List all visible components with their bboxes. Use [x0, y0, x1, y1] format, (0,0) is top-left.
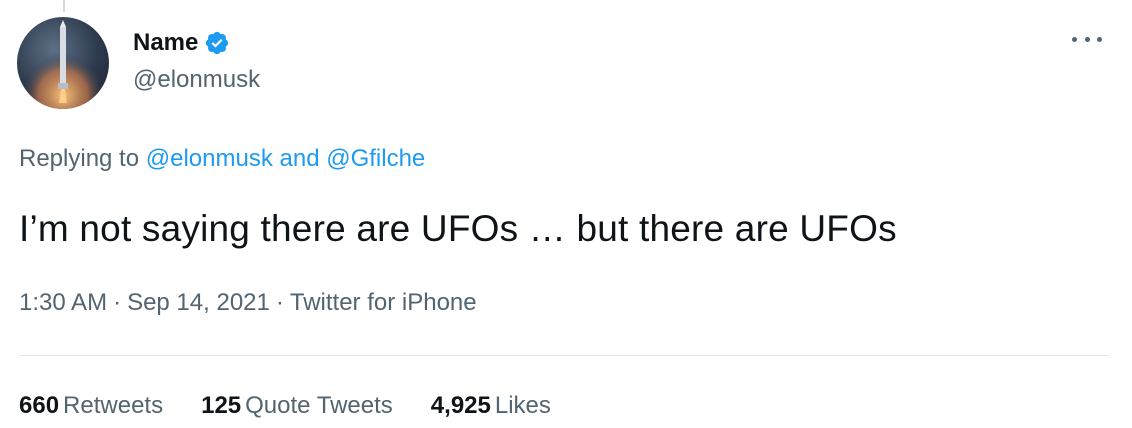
tweet-meta: 1:30 AM · Sep 14, 2021 · Twitter for iPhone: [19, 289, 477, 317]
quote-tweets-count: 125: [201, 392, 242, 419]
quote-tweets-label: Quote Tweets: [245, 392, 393, 419]
meta-separator: ·: [113, 289, 122, 316]
author-block: Name @elonmusk: [133, 26, 260, 94]
more-dot: [1097, 36, 1102, 42]
mention-link-2[interactable]: @Gfilche: [326, 145, 425, 172]
thread-line: [63, 0, 65, 12]
tweet-date[interactable]: Sep 14, 2021: [127, 289, 270, 316]
avatar[interactable]: [17, 17, 109, 109]
display-name[interactable]: Name: [133, 29, 198, 57]
likes-label: Likes: [494, 392, 551, 419]
more-options-icon[interactable]: [1072, 26, 1102, 52]
mention-link-1[interactable]: @elonmusk: [146, 145, 273, 172]
likes-stat[interactable]: 4,925 Likes: [431, 392, 551, 420]
rocket-avatar-icon: [17, 17, 109, 109]
tweet-card: Name @elonmusk Replying to @elonmusk and…: [0, 0, 1132, 428]
verified-badge-icon: [206, 31, 229, 55]
tweet-text: I’m not saying there are UFOs … but ther…: [19, 208, 897, 249]
retweets-label: Retweets: [63, 392, 164, 419]
likes-count: 4,925: [430, 392, 491, 419]
quote-tweets-stat[interactable]: 125 Quote Tweets: [201, 392, 393, 420]
name-row: Name: [133, 26, 260, 60]
retweets-count: 660: [19, 392, 60, 419]
replying-prefix: Replying to: [19, 145, 140, 172]
mention-conjunction[interactable]: and: [280, 145, 320, 172]
meta-separator: ·: [275, 289, 284, 316]
tweet-time[interactable]: 1:30 AM: [19, 289, 107, 316]
user-handle[interactable]: @elonmusk: [133, 66, 260, 94]
more-dot: [1084, 36, 1090, 42]
retweets-stat[interactable]: 660 Retweets: [19, 392, 163, 420]
tweet-source[interactable]: Twitter for iPhone: [290, 289, 477, 316]
replying-to-line: Replying to @elonmusk and @Gfilche: [19, 145, 425, 173]
more-dot: [1072, 36, 1077, 42]
engagement-stats: 660 Retweets 125 Quote Tweets 4,925 Likes: [19, 392, 589, 420]
divider: [19, 355, 1110, 356]
